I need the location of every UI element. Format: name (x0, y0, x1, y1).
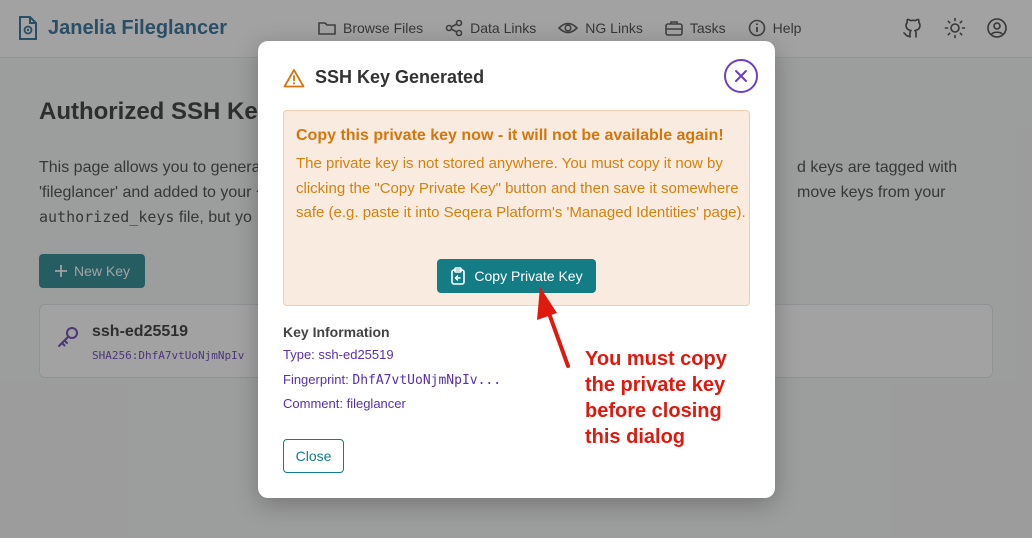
annotation-line: this dialog (585, 426, 685, 448)
annotation-line: the private key (585, 374, 726, 396)
annotation-text: You must copy the private key before clo… (585, 346, 727, 450)
annotation-line: before closing (585, 400, 722, 422)
annotation-line: You must copy (585, 348, 727, 370)
annotation-arrow (537, 287, 570, 368)
